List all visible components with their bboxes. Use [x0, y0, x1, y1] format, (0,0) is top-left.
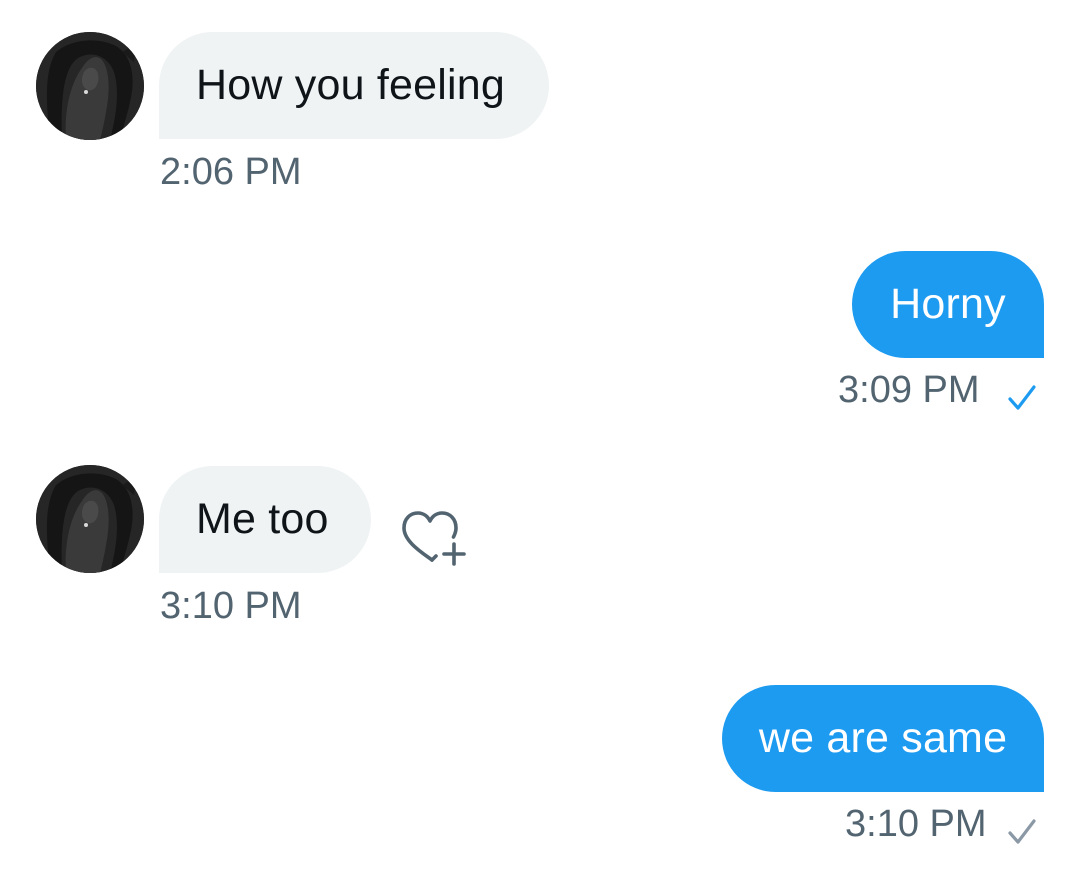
- sender-avatar[interactable]: [36, 465, 144, 573]
- message-timestamp: 3:10 PM: [160, 585, 302, 627]
- message-text: Me too: [196, 495, 329, 543]
- message-bubble-outgoing[interactable]: Horny: [852, 251, 1044, 358]
- sender-avatar[interactable]: [36, 32, 144, 140]
- message-timestamp: 2:06 PM: [160, 151, 302, 193]
- message-text: Horny: [890, 280, 1006, 328]
- message-text: we are same: [758, 714, 1008, 762]
- checkmark-icon: [1008, 819, 1036, 844]
- message-timestamp: 3:10 PM: [845, 803, 987, 845]
- message-text: How you feeling: [196, 61, 505, 109]
- message-bubble-outgoing[interactable]: we are same: [722, 685, 1044, 792]
- checkmark-icon: [1008, 385, 1036, 410]
- message-bubble-incoming[interactable]: How you feeling: [159, 32, 549, 139]
- message-thread: How you feeling 2:06 PM Horny 3:09 PM Me…: [0, 0, 1080, 879]
- heart-plus-icon[interactable]: [398, 508, 468, 568]
- message-bubble-incoming[interactable]: Me too: [159, 466, 371, 573]
- message-timestamp: 3:09 PM: [838, 369, 980, 411]
